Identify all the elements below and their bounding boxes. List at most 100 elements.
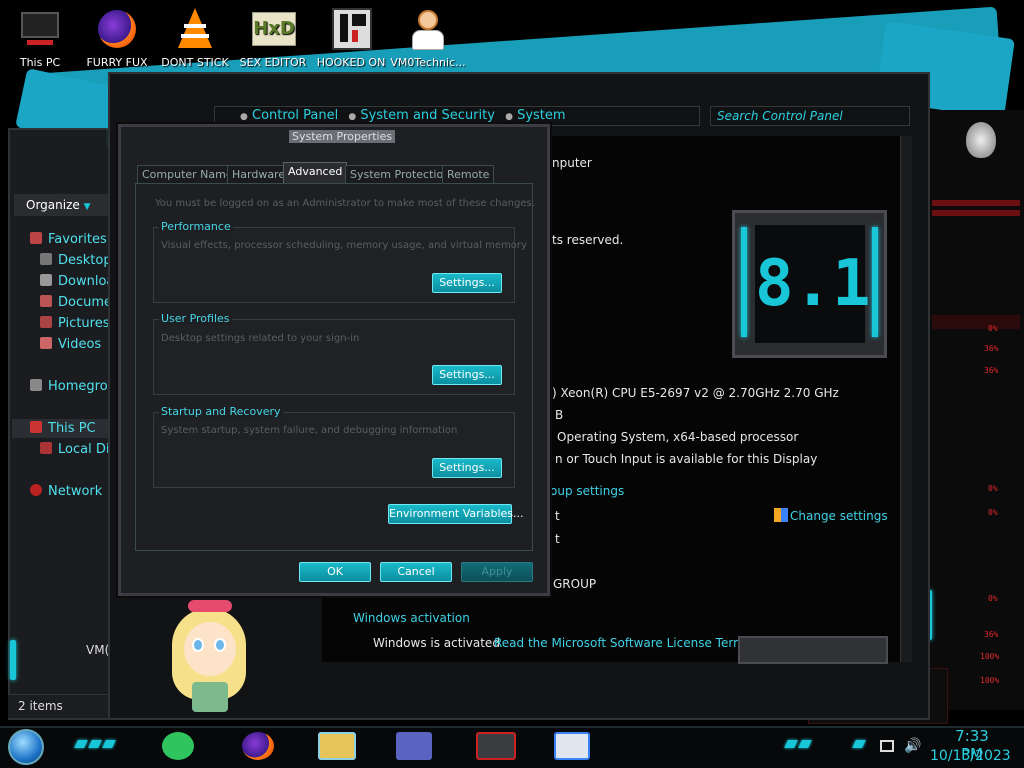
gadget-value: 100% xyxy=(980,652,1000,661)
star-butterfly-sticker xyxy=(158,600,258,722)
change-settings-label: Change settings xyxy=(790,509,888,523)
file-explorer-icon[interactable] xyxy=(318,732,356,760)
organize-button[interactable]: Organize ▼ xyxy=(14,194,120,216)
info-pen-touch: n or Touch Input is available for this D… xyxy=(555,452,818,466)
nav-this-pc[interactable]: This PC xyxy=(30,421,96,436)
nav-favorites[interactable]: Favorites xyxy=(30,232,107,247)
clock-date[interactable]: 10/13/2023 xyxy=(930,748,1011,764)
nav-pictures[interactable]: Pictures xyxy=(40,316,109,331)
search-input[interactable]: Search Control Panel xyxy=(710,106,910,126)
this-pc-icon xyxy=(17,6,63,52)
control-panel-icon[interactable] xyxy=(396,732,432,760)
alienware-icon[interactable] xyxy=(476,732,516,760)
firefox-icon[interactable] xyxy=(242,732,274,760)
vm-label: VM( xyxy=(86,643,110,657)
hxd-icon: HxD xyxy=(250,6,296,52)
gadget-value: 36% xyxy=(984,630,999,639)
nav-documents[interactable]: Documer xyxy=(40,295,117,310)
gadget-value: 36% xyxy=(984,344,999,353)
windows-version-logo: 8.1 xyxy=(732,210,887,358)
performance-title: Performance xyxy=(159,220,233,233)
desktop-icon-hooked-on[interactable]: HOOKED ON xyxy=(311,6,391,69)
network-tray-icon[interactable] xyxy=(880,740,894,752)
vlc-icon xyxy=(172,6,218,52)
startup-recovery-title: Startup and Recovery xyxy=(159,405,283,418)
nav-label: This PC xyxy=(48,421,96,436)
user-profiles-desc: Desktop settings related to your sign-in xyxy=(161,333,360,344)
cancel-button[interactable]: Cancel xyxy=(380,562,452,582)
downloads-icon xyxy=(40,274,52,286)
startup-recovery-settings-button[interactable]: Settings... xyxy=(432,458,502,478)
volume-tray-icon[interactable]: 🔊 xyxy=(904,738,921,754)
startup-recovery-desc: System startup, system failure, and debu… xyxy=(161,425,458,436)
admin-note: You must be logged on as an Administrato… xyxy=(155,198,535,209)
tab-hardware[interactable]: Hardware xyxy=(227,165,291,183)
performance-settings-button[interactable]: Settings... xyxy=(432,273,502,293)
tab-remote[interactable]: Remote xyxy=(442,165,495,183)
version-number: 8.1 xyxy=(755,225,871,343)
window-edge-light xyxy=(10,640,16,680)
breadcrumb-item[interactable]: Control Panel xyxy=(252,108,338,123)
desktop-icon-firefox[interactable]: FURRY FUX xyxy=(77,6,157,69)
system-monitor-gadget: 0% 36% 36% 0% 0% 0% 36% 100% 100% xyxy=(928,110,1024,710)
hooked-on-icon xyxy=(328,6,374,52)
dialog-title: System Properties xyxy=(289,130,396,143)
pictures-icon xyxy=(40,316,52,328)
tab-advanced[interactable]: Advanced xyxy=(283,162,348,183)
environment-variables-button[interactable]: Environment Variables... xyxy=(388,504,524,524)
user-profiles-settings-button[interactable]: Settings... xyxy=(432,365,502,385)
gadget-value: 0% xyxy=(988,508,998,517)
desktop-icon-hxd[interactable]: HxD SEX EDITOR xyxy=(233,6,313,69)
activation-logo xyxy=(738,636,888,664)
breadcrumb-item[interactable]: System xyxy=(517,108,565,123)
nav-local-disk[interactable]: Local Dis xyxy=(40,442,116,457)
nav-label: Videos xyxy=(58,337,102,352)
vertical-scrollbar[interactable] xyxy=(900,136,912,662)
sticky-notes-icon[interactable] xyxy=(162,732,194,760)
videos-icon xyxy=(40,337,52,349)
info-row-t1: t xyxy=(555,509,560,523)
info-row-t2: t xyxy=(555,532,560,546)
nav-videos[interactable]: Videos xyxy=(40,337,101,352)
documents-icon xyxy=(40,295,52,307)
desktop-icon-this-pc[interactable]: This PC xyxy=(0,6,80,69)
info-system-type: Operating System, x64-based processor xyxy=(557,430,799,444)
breadcrumb-item[interactable]: System and Security xyxy=(360,108,495,123)
nav-network[interactable]: Network xyxy=(30,484,102,499)
gadget-value: 0% xyxy=(988,484,998,493)
nav-label: Pictures xyxy=(58,316,110,331)
apply-button[interactable]: Apply xyxy=(461,562,533,582)
info-memory: B xyxy=(555,408,564,422)
tab-system-protection[interactable]: System Protection xyxy=(345,165,456,183)
info-rights: ts reserved. xyxy=(552,233,624,247)
nav-desktop[interactable]: Desktop xyxy=(40,253,112,268)
alienware-logo xyxy=(966,122,996,158)
info-computer: nputer xyxy=(552,156,592,170)
start-button[interactable] xyxy=(8,729,44,765)
network-icon xyxy=(30,484,42,496)
nav-label: Network xyxy=(48,484,103,499)
info-processor: ) Xeon(R) CPU E5-2697 v2 @ 2.70GHz 2.70 … xyxy=(552,386,839,400)
tab-computer-name[interactable]: Computer Name xyxy=(137,165,238,183)
info-workgroup: GROUP xyxy=(553,577,597,591)
breadcrumb: ● Control Panel ● System and Security ● … xyxy=(240,108,566,123)
firefox-icon xyxy=(94,6,140,52)
activation-status: Windows is activated xyxy=(373,636,500,650)
section-workgroup-settings: oup settings xyxy=(550,484,625,498)
favorites-icon xyxy=(30,232,42,244)
desktop-icon-vm0[interactable]: VM0Technic... xyxy=(388,6,468,69)
system-properties-dialog: System Properties Computer Name Hardware… xyxy=(118,124,550,596)
ok-button[interactable]: OK xyxy=(299,562,371,582)
nav-label: Favorites xyxy=(48,232,107,247)
shield-icon xyxy=(774,508,788,522)
windows-activation-heading: Windows activation xyxy=(353,611,470,625)
system-icon[interactable] xyxy=(554,732,590,760)
desktop-icon-vlc[interactable]: DONT STICK xyxy=(155,6,235,69)
local-disk-icon xyxy=(40,442,52,454)
license-terms-link[interactable]: Read the Microsoft Software License Term… xyxy=(494,636,751,650)
this-pc-icon xyxy=(30,421,42,433)
status-item-count: 2 items xyxy=(18,699,63,713)
change-settings-link[interactable]: Change settings xyxy=(774,508,888,523)
chevron-down-icon: ▼ xyxy=(83,202,91,212)
gadget-value: 0% xyxy=(988,324,998,333)
